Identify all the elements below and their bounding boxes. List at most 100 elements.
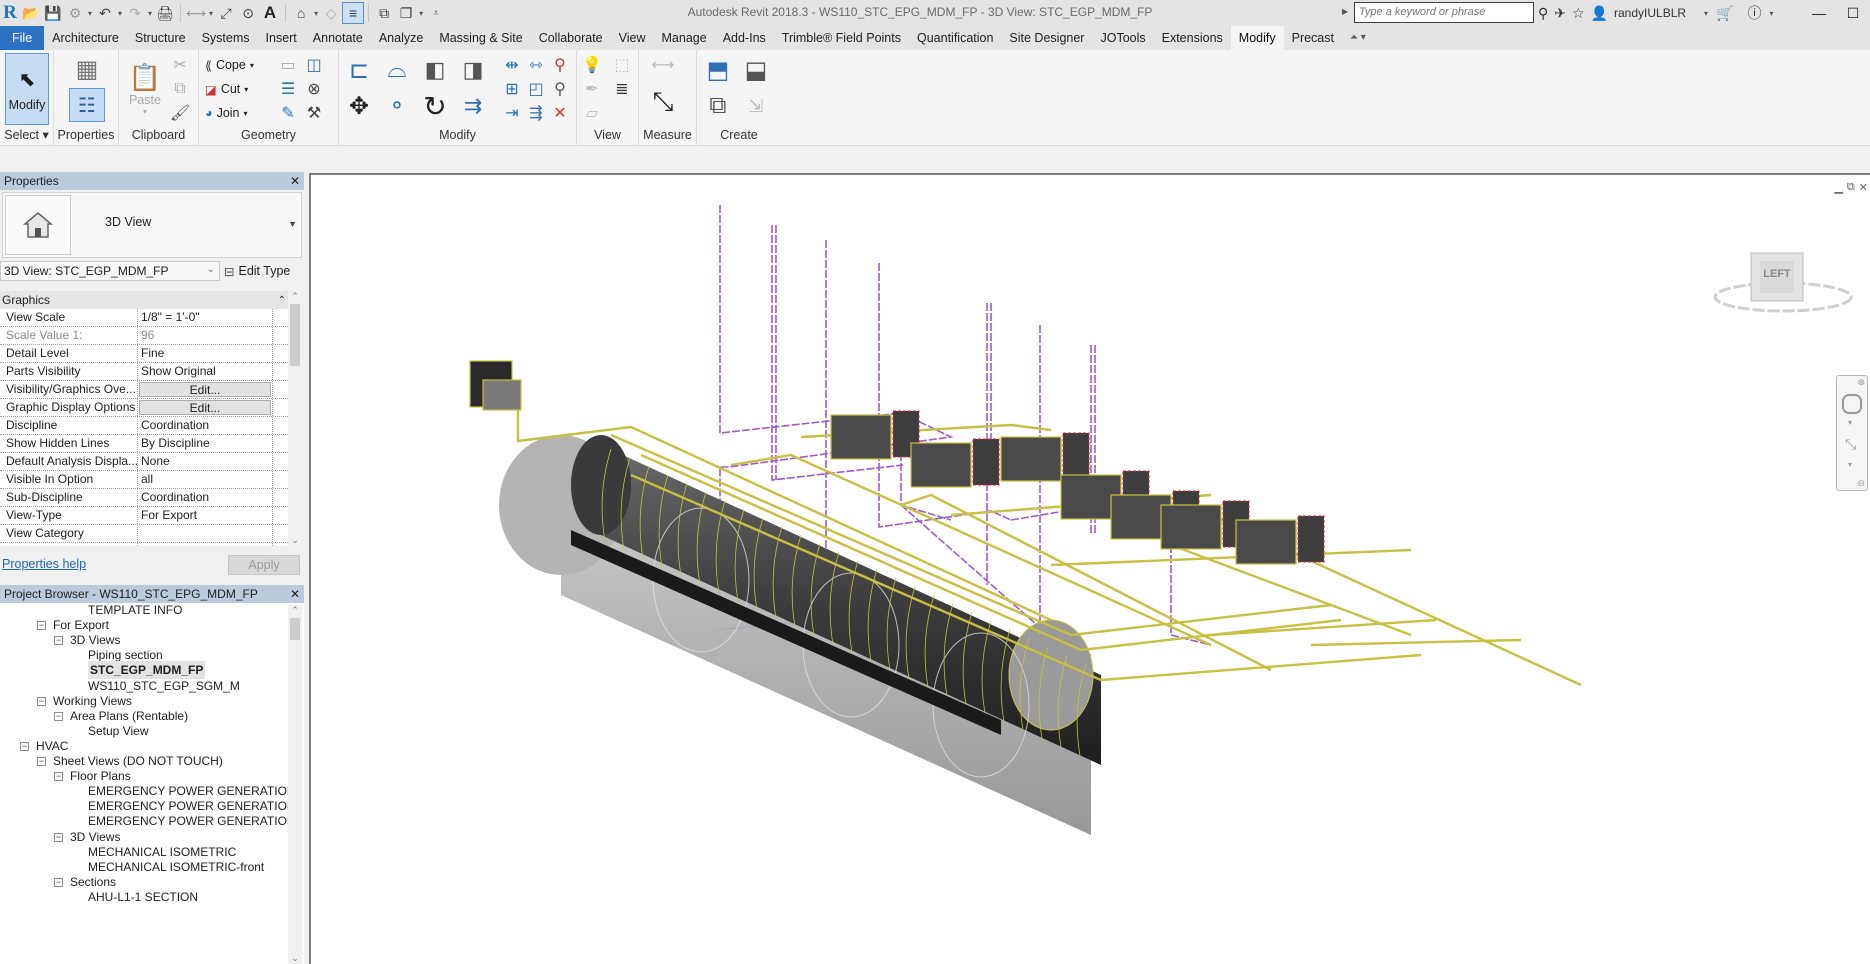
model-canvas[interactable] (311, 175, 1870, 964)
create-assembly-icon[interactable]: ⬒ (701, 54, 735, 86)
search-expand-icon[interactable]: ▶ (1342, 7, 1348, 16)
tab-structure[interactable]: Structure (127, 26, 194, 50)
join-button[interactable]: ◕ Join ▾ (205, 102, 248, 124)
property-value[interactable]: 1/8" = 1'-0" (138, 309, 272, 326)
navbar-menu-icon[interactable]: ⊖ (1857, 478, 1865, 489)
collapse-toggle-icon[interactable]: − (54, 877, 63, 887)
trim-single-icon[interactable]: ⇶ (525, 102, 547, 124)
measure-icon[interactable]: ⟷ (185, 2, 207, 24)
tab-trimble-field-points[interactable]: Trimble® Field Points (774, 26, 909, 50)
view-cube-small-icon[interactable]: ⬚ (611, 54, 633, 76)
collapse-toggle-icon[interactable]: − (20, 741, 29, 751)
viewcube[interactable]: LEFT (1713, 245, 1853, 325)
save-icon[interactable]: 💾 (42, 2, 64, 24)
viewcube-face-label[interactable]: LEFT (1760, 268, 1794, 280)
user-icon[interactable]: 👤 (1591, 5, 1608, 22)
navbar-close-icon[interactable]: ⊗ (1857, 377, 1865, 388)
property-row[interactable]: Parts Visibility Show Original (0, 363, 288, 381)
demolish-icon[interactable]: ◫ (303, 54, 325, 76)
properties-help-link[interactable]: Properties help (2, 557, 86, 571)
close-hidden-icon[interactable]: ⧉ (373, 2, 395, 24)
trim-extend-icon[interactable]: ⇉ (457, 90, 489, 122)
print-icon[interactable]: 🖨 (154, 2, 176, 24)
move-icon[interactable]: ✥ (343, 90, 375, 122)
property-row[interactable]: Scale Value 1: 96 (0, 327, 288, 345)
property-value[interactable]: Fine (138, 345, 272, 362)
create-group-icon[interactable]: ⧉ (701, 90, 735, 122)
tab-extensions[interactable]: Extensions (1154, 26, 1231, 50)
undo-icon[interactable]: ↶ (94, 2, 116, 24)
property-row[interactable]: Sub-Discipline Coordination (0, 489, 288, 507)
split-element-icon[interactable]: ⇹ (501, 54, 523, 76)
property-row[interactable]: View-Type For Export (0, 507, 288, 525)
property-value[interactable]: For Export (138, 507, 272, 524)
hide-lightbulb-icon[interactable]: 💡 (581, 54, 603, 76)
selection-box-icon[interactable]: ▱ (581, 102, 603, 124)
properties-scrollbar[interactable]: ⌃ ⌄ (288, 291, 302, 546)
tab-quantification[interactable]: Quantification (909, 26, 1001, 50)
type-selector[interactable]: 3D View ▼ (2, 192, 302, 258)
close-icon[interactable]: ✕ (290, 174, 300, 188)
property-value[interactable]: Show Original (138, 363, 272, 380)
paint-icon[interactable]: ✎ (277, 102, 299, 124)
property-value[interactable]: all (138, 471, 272, 488)
create-similar-icon[interactable]: ⇲ (739, 90, 773, 122)
username[interactable]: randyIULBLR (1614, 6, 1686, 20)
pin-icon[interactable]: ⚲ (549, 78, 571, 100)
remove-paint-icon[interactable]: ⊗ (303, 78, 325, 100)
properties-palette-icon[interactable]: ☷ (69, 88, 105, 122)
property-value[interactable] (138, 543, 272, 546)
tab-manage[interactable]: Manage (654, 26, 715, 50)
wall-joins-icon[interactable]: ▭ (277, 54, 299, 76)
tab-view[interactable]: View (611, 26, 654, 50)
aligned-dimension-icon[interactable]: ⤡ (643, 86, 683, 118)
tab-insert[interactable]: Insert (258, 26, 305, 50)
redo-dropdown[interactable]: ▾ (148, 9, 152, 18)
delete-icon[interactable]: ✕ (549, 102, 571, 124)
tab-file[interactable]: File (0, 26, 45, 50)
tab-annotate[interactable]: Annotate (305, 26, 371, 50)
edit-type-button[interactable]: ⊟ Edit Type (224, 261, 290, 281)
customize-icon[interactable]: ⩡ (425, 2, 447, 24)
favorites-star-icon[interactable]: ☆ (1572, 5, 1585, 22)
mirror-pick-axis-icon[interactable]: ◧ (419, 54, 451, 86)
linework-icon[interactable]: ≣ (611, 78, 633, 100)
type-dropdown-icon[interactable]: ▼ (288, 219, 297, 229)
cut-scissors-icon[interactable]: ✂ (169, 54, 191, 76)
property-row[interactable]: Default Analysis Displa... None (0, 453, 288, 471)
split-face-icon[interactable]: ☰ (277, 78, 299, 100)
switch-dropdown[interactable]: ▾ (419, 9, 423, 18)
steering-wheel-icon[interactable] (1842, 394, 1862, 414)
tab-massing-site[interactable]: Massing & Site (431, 26, 530, 50)
property-value[interactable]: Edit... (138, 381, 272, 398)
property-row[interactable]: Sun Path (0, 543, 288, 546)
zoom-region-icon[interactable]: ⤡ (1845, 436, 1856, 453)
align-icon[interactable]: ⊏ (343, 54, 375, 86)
ribbon-minimize-toggle[interactable]: ⏶ ▾ (1342, 26, 1374, 50)
collapse-toggle-icon[interactable]: − (54, 772, 63, 782)
tab-jotools[interactable]: JOTools (1092, 26, 1153, 50)
tab-site-designer[interactable]: Site Designer (1001, 26, 1092, 50)
property-row[interactable]: Graphic Display Options Edit... (0, 399, 288, 417)
type-properties-icon[interactable]: ▦ (72, 54, 102, 84)
minimize-button[interactable]: — (1802, 0, 1836, 26)
section-icon[interactable]: ◇ (320, 2, 342, 24)
revit-logo[interactable]: R (0, 2, 20, 24)
hammer-icon[interactable]: ⚒ (303, 102, 325, 124)
open-icon[interactable]: 📂 (20, 2, 42, 24)
measure-between-icon[interactable]: ⟷ (643, 54, 683, 76)
help-dropdown[interactable]: ▾ (1770, 9, 1774, 18)
property-value[interactable]: Coordination (138, 489, 272, 506)
collapse-toggle-icon[interactable]: − (37, 696, 46, 706)
property-value[interactable]: 96 (138, 327, 272, 344)
sync-icon[interactable]: ⚙ (64, 2, 86, 24)
property-value[interactable]: None (138, 453, 272, 470)
modify-button[interactable]: ⬉ Modify (5, 53, 49, 125)
steering-wheel-dropdown[interactable]: ▾ (1848, 418, 1852, 427)
maximize-button[interactable]: ☐ (1836, 0, 1870, 26)
tab-architecture[interactable]: Architecture (44, 26, 127, 50)
tab-precast[interactable]: Precast (1284, 26, 1342, 50)
property-value[interactable]: Edit... (138, 399, 272, 416)
collapse-toggle-icon[interactable]: − (37, 621, 46, 631)
tab-add-ins[interactable]: Add-Ins (715, 26, 774, 50)
